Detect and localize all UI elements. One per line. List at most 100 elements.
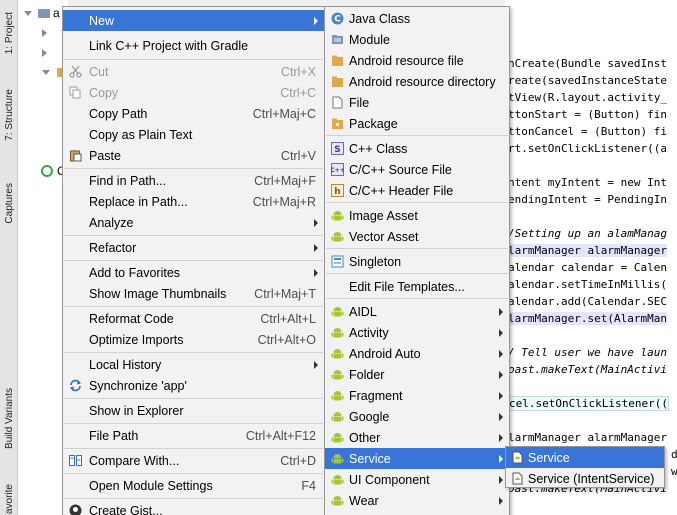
menu-item-fragment[interactable]: Fragment bbox=[325, 385, 509, 406]
menu-item-link-cpp-project[interactable]: Link C++ Project with Gradle bbox=[63, 35, 324, 56]
expand-arrow-icon[interactable] bbox=[42, 69, 50, 75]
menu-item-add-to-favorites[interactable]: Add to Favorites bbox=[63, 262, 324, 283]
tree-root-label: a bbox=[53, 6, 60, 20]
android-icon bbox=[330, 410, 344, 424]
menu-item-android-resource-directory[interactable]: Android resource directory bbox=[325, 71, 509, 92]
menu-separator bbox=[326, 202, 508, 203]
tree-root-row[interactable]: a bbox=[24, 4, 60, 22]
service-file-icon bbox=[510, 451, 524, 465]
menu-item-new[interactable]: New bbox=[63, 10, 324, 31]
menu-item-copy-plain-text[interactable]: Copy as Plain Text bbox=[63, 124, 324, 145]
menu-item-service-intentservice[interactable]: Service (IntentService) bbox=[506, 468, 664, 489]
menu-item-create-gist[interactable]: Create Gist... bbox=[63, 500, 324, 515]
menu-item-android-auto[interactable]: Android Auto bbox=[325, 343, 509, 364]
menu-item-cut[interactable]: Cut Ctrl+X bbox=[63, 61, 324, 82]
code-line: nCreate(Bundle savedInst bbox=[508, 57, 667, 70]
svg-text:S: S bbox=[334, 145, 340, 155]
menu-item-android-resource-file[interactable]: Android resource file bbox=[325, 50, 509, 71]
menu-separator bbox=[64, 260, 323, 261]
module-folder-icon bbox=[38, 8, 50, 18]
menu-item-show-image-thumbnails[interactable]: Show Image Thumbnails Ctrl+Maj+T bbox=[63, 283, 324, 304]
menu-item-edit-file-templates[interactable]: Edit File Templates... bbox=[325, 276, 509, 297]
project-tree: a C bbox=[18, 0, 69, 515]
menu-item-service[interactable]: Service bbox=[325, 448, 509, 469]
service-file-icon bbox=[510, 472, 524, 486]
tree-row[interactable] bbox=[42, 44, 47, 62]
submenu-arrow-icon bbox=[499, 412, 503, 421]
copy-icon bbox=[68, 86, 82, 100]
code-line: alendar.add(Calendar.SEC bbox=[508, 295, 667, 308]
code-line: ttonStart = (Button) fin bbox=[508, 108, 667, 121]
android-icon bbox=[330, 230, 344, 244]
android-icon bbox=[330, 431, 344, 445]
build-variants-tool-tab[interactable]: Build Variants bbox=[0, 378, 18, 458]
menu-item-vector-asset[interactable]: Vector Asset bbox=[325, 226, 509, 247]
code-editor[interactable]: nCreate(Bundle savedInst reate(savedInst… bbox=[505, 0, 677, 515]
menu-item-file-path[interactable]: File Path Ctrl+Alt+F12 bbox=[63, 425, 324, 446]
menu-item-java-class[interactable]: C Java Class bbox=[325, 8, 509, 29]
android-icon bbox=[330, 389, 344, 403]
code-comment-line: / Tell user we have laun bbox=[508, 346, 667, 359]
singleton-icon bbox=[330, 255, 344, 269]
menu-item-show-in-explorer[interactable]: Show in Explorer bbox=[63, 400, 324, 421]
captures-tool-tab[interactable]: Captures bbox=[0, 172, 18, 234]
folder-icon bbox=[330, 75, 344, 89]
menu-separator bbox=[64, 168, 323, 169]
menu-item-folder[interactable]: Folder bbox=[325, 364, 509, 385]
cpp-header-icon: h bbox=[330, 184, 344, 198]
submenu-arrow-icon bbox=[499, 391, 503, 400]
menu-item-ui-component[interactable]: UI Component bbox=[325, 469, 509, 490]
menu-item-cpp-source-file[interactable]: C++ C/C++ Source File bbox=[325, 159, 509, 180]
code-line: alendar.setTimeInMillis( bbox=[508, 278, 667, 291]
menu-item-optimize-imports[interactable]: Optimize Imports Ctrl+Alt+O bbox=[63, 329, 324, 350]
package-icon bbox=[330, 117, 344, 131]
submenu-arrow-icon bbox=[314, 16, 318, 25]
collapse-arrow-icon[interactable] bbox=[42, 49, 47, 57]
project-tool-tab[interactable]: 1: Project bbox=[0, 2, 18, 64]
menu-item-file[interactable]: File bbox=[325, 92, 509, 113]
menu-separator bbox=[64, 498, 323, 499]
submenu-arrow-icon bbox=[499, 307, 503, 316]
menu-item-copy-path[interactable]: Copy Path Ctrl+Maj+C bbox=[63, 103, 324, 124]
menu-item-copy[interactable]: Copy Ctrl+C bbox=[63, 82, 324, 103]
menu-item-open-module-settings[interactable]: Open Module Settings F4 bbox=[63, 475, 324, 496]
menu-item-analyze[interactable]: Analyze bbox=[63, 212, 324, 233]
structure-tool-tab[interactable]: 7: Structure bbox=[0, 80, 18, 150]
tree-row[interactable] bbox=[42, 24, 47, 42]
scissors-icon bbox=[68, 65, 82, 79]
menu-item-google[interactable]: Google bbox=[325, 406, 509, 427]
menu-item-synchronize[interactable]: Synchronize 'app' bbox=[63, 375, 324, 396]
code-line: rt.setOnClickListener((a bbox=[508, 142, 667, 155]
code-line: reate(savedInstanceState bbox=[508, 74, 667, 87]
favorites-tool-tab[interactable]: Favorites bbox=[0, 484, 18, 515]
menu-item-paste[interactable]: Paste Ctrl+V bbox=[63, 145, 324, 166]
project-context-menu: New Link C++ Project with Gradle Cut Ctr… bbox=[62, 6, 325, 515]
menu-item-package[interactable]: Package bbox=[325, 113, 509, 134]
code-line: ttonCancel = (Button) fi bbox=[508, 125, 667, 138]
menu-item-module[interactable]: Module bbox=[325, 29, 509, 50]
menu-item-other[interactable]: Other bbox=[325, 427, 509, 448]
menu-item-refactor[interactable]: Refactor bbox=[63, 237, 324, 258]
android-icon bbox=[330, 209, 344, 223]
menu-separator bbox=[64, 306, 323, 307]
submenu-arrow-icon bbox=[499, 349, 503, 358]
menu-item-aidl[interactable]: AIDL bbox=[325, 301, 509, 322]
menu-item-image-asset[interactable]: Image Asset bbox=[325, 205, 509, 226]
menu-item-local-history[interactable]: Local History bbox=[63, 354, 324, 375]
collapse-arrow-icon[interactable] bbox=[42, 29, 47, 37]
menu-item-compare-with[interactable]: Compare With... Ctrl+D bbox=[63, 450, 324, 471]
code-line: tView(R.layout.activity_ bbox=[508, 91, 667, 104]
menu-item-reformat-code[interactable]: Reformat Code Ctrl+Alt+L bbox=[63, 308, 324, 329]
menu-item-cpp-header-file[interactable]: h C/C++ Header File bbox=[325, 180, 509, 201]
menu-item-wear[interactable]: Wear bbox=[325, 490, 509, 511]
menu-item-singleton[interactable]: Singleton bbox=[325, 251, 509, 272]
menu-item-find-in-path[interactable]: Find in Path... Ctrl+Maj+F bbox=[63, 170, 324, 191]
menu-item-replace-in-path[interactable]: Replace in Path... Ctrl+Maj+R bbox=[63, 191, 324, 212]
submenu-arrow-icon bbox=[499, 370, 503, 379]
code-line: larmManager alarmManager bbox=[508, 244, 667, 257]
menu-item-activity[interactable]: Activity bbox=[325, 322, 509, 343]
menu-item-service-plain[interactable]: Service bbox=[506, 447, 664, 468]
menu-item-cpp-class[interactable]: S C++ Class bbox=[325, 138, 509, 159]
expand-arrow-icon[interactable] bbox=[24, 10, 32, 16]
android-icon bbox=[330, 368, 344, 382]
